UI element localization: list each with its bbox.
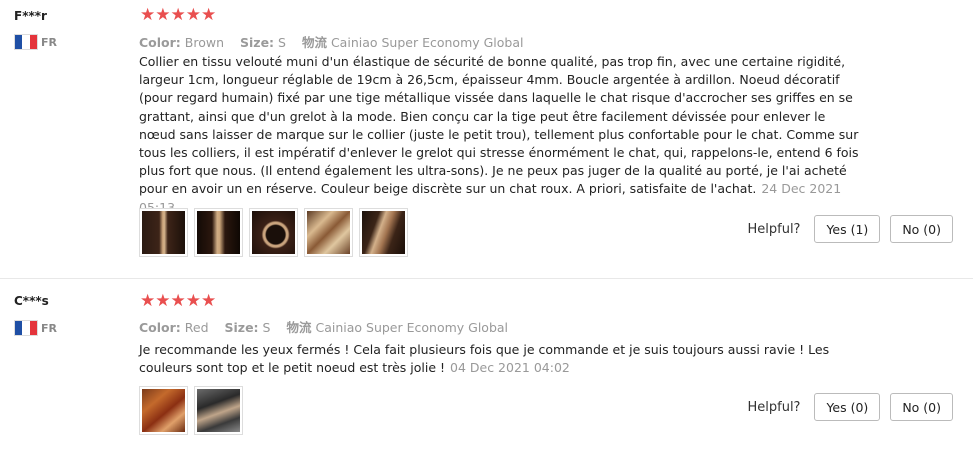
order-attributes: Color: Red Size: S 物流 Cainiao Super Econ… [139,317,520,336]
helpful-yes-button[interactable]: Yes (1) [814,215,881,243]
review-photo-thumbnail[interactable] [359,208,408,257]
review-text-block: Collier en tissu velouté muni d'un élast… [139,53,859,217]
review-text: Collier en tissu velouté muni d'un élast… [139,54,859,197]
color-label: Color: [139,320,181,335]
shipping-label: 物流 [286,320,312,335]
reviewer-country: FR [14,34,57,50]
helpful-no-button[interactable]: No (0) [890,393,953,421]
helpful-label: Helpful? [747,399,801,415]
review-photo-thumbnail[interactable] [249,208,298,257]
helpful-no-button[interactable]: No (0) [890,215,953,243]
color-value: Red [184,320,209,335]
review-item: F***r FR ★★★★★ Color: Brown Size: S 物流 C… [0,0,973,279]
france-flag-icon [14,34,38,50]
color-value: Brown [184,35,225,50]
review-item: C***s FR ★★★★★ Color: Red Size: S 物流 Cai… [0,279,973,451]
helpful-vote: Helpful? Yes (1) No (0) [747,215,953,243]
review-photos [139,208,408,257]
star-rating: ★★★★★ [140,292,216,310]
star-rating: ★★★★★ [140,6,216,24]
size-label: Size: [240,35,275,50]
helpful-label: Helpful? [747,221,801,237]
size-value: S [278,35,286,50]
size-value: S [262,320,271,335]
reviewer-country: FR [14,320,57,336]
order-attributes: Color: Brown Size: S 物流 Cainiao Super Ec… [139,32,536,51]
france-flag-icon [14,320,38,336]
shipping-label: 物流 [301,35,327,50]
size-label: Size: [224,320,259,335]
helpful-vote: Helpful? Yes (0) No (0) [747,393,953,421]
review-date: 04 Dec 2021 04:02 [450,360,570,376]
reviewer-name: F***r [14,9,47,23]
stars-icon: ★★★★★ [140,291,217,311]
review-photo-thumbnail[interactable] [139,208,188,257]
review-photos [139,386,243,435]
reviewer-name: C***s [14,294,49,308]
shipping-value: Cainiao Super Economy Global [315,320,509,335]
country-code: FR [41,35,57,49]
review-text-block: Je recommande les yeux fermés ! Cela fai… [139,341,859,377]
country-code: FR [41,321,57,335]
review-photo-thumbnail[interactable] [194,386,243,435]
color-label: Color: [139,35,181,50]
helpful-yes-button[interactable]: Yes (0) [814,393,881,421]
review-photo-thumbnail[interactable] [194,208,243,257]
shipping-value: Cainiao Super Economy Global [330,35,524,50]
review-photo-thumbnail[interactable] [304,208,353,257]
stars-icon: ★★★★★ [140,5,217,25]
review-photo-thumbnail[interactable] [139,386,188,435]
